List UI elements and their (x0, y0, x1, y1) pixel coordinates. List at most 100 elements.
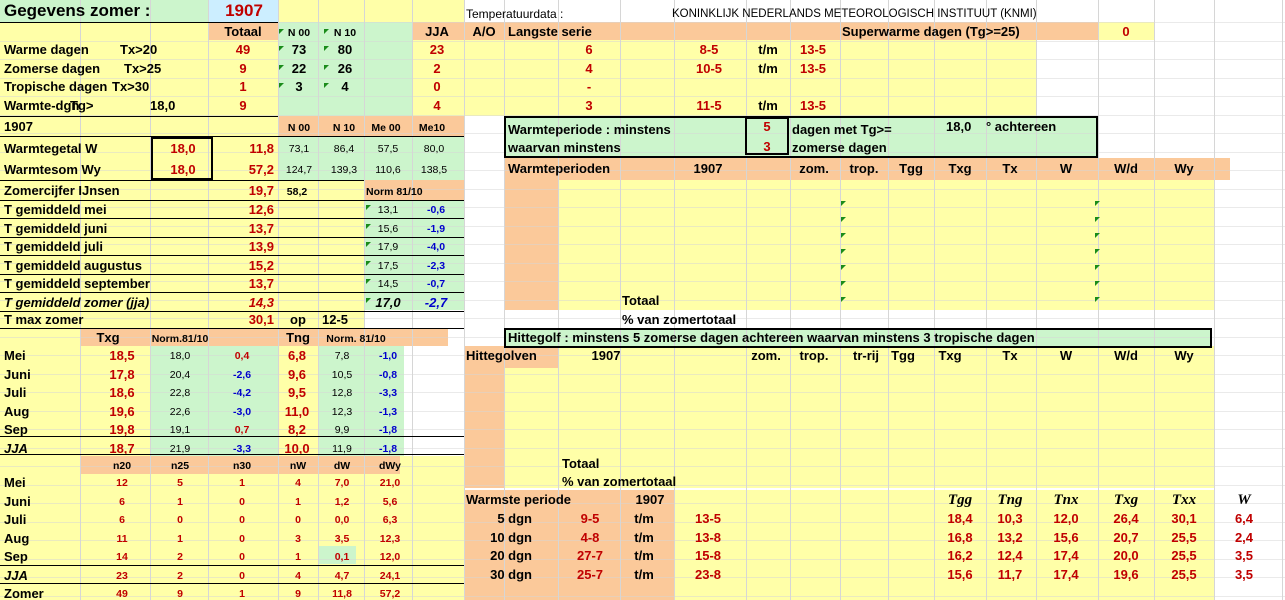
warmste-to[interactable]: 23-8 (683, 566, 733, 584)
warmte-year[interactable]: 1907 (4, 118, 33, 136)
month-diff-x[interactable]: 0,4 (222, 347, 262, 365)
tgem-value[interactable]: 15,2 (244, 257, 274, 275)
warmste-from[interactable]: 4-8 (565, 529, 615, 547)
wp-head[interactable]: W/d (1101, 160, 1151, 178)
wp-def-text1b[interactable]: ° achtereen (986, 118, 1056, 136)
tgem-norm[interactable]: 13,1 (368, 201, 408, 219)
warmste-value[interactable]: 13,2 (985, 529, 1035, 547)
day-to[interactable]: 13-5 (788, 41, 838, 59)
count-value[interactable]: 1 (222, 474, 262, 492)
month-label[interactable]: Aug (4, 403, 29, 421)
month-norm-x[interactable]: 20,4 (160, 366, 200, 384)
hg-head[interactable]: Txg (925, 347, 975, 365)
tgem-value[interactable]: 13,9 (244, 238, 274, 256)
head-n10[interactable]: N 10 (325, 24, 365, 42)
warmte-n10[interactable]: 86,4 (324, 140, 364, 158)
month-tng[interactable]: 9,5 (277, 384, 317, 402)
month-tng[interactable]: 11,0 (277, 403, 317, 421)
warmste-title[interactable]: Warmste periode (466, 491, 571, 509)
warmste-value[interactable]: 30,1 (1159, 510, 1209, 528)
month-tng[interactable]: 9,6 (277, 366, 317, 384)
tmax-value[interactable]: 30,1 (244, 311, 274, 329)
count-value[interactable]: 49 (102, 585, 142, 600)
tmax-date[interactable]: 12-5 (322, 311, 348, 329)
day-label[interactable]: Warme dagen (4, 41, 89, 59)
warmste-head[interactable]: Tng (985, 491, 1035, 509)
day-series[interactable]: 3 (569, 97, 609, 115)
warmste-value[interactable]: 12,4 (985, 547, 1035, 565)
hg-title[interactable]: Hittegolven (466, 347, 537, 365)
page-title[interactable]: Gegevens zomer : (4, 1, 150, 20)
tgem-label[interactable]: T gemiddeld mei (4, 201, 107, 219)
warmste-head[interactable]: Tgg (935, 491, 985, 509)
tgem-value[interactable]: 13,7 (244, 220, 274, 238)
count-value[interactable]: 6,3 (370, 511, 410, 529)
month-label[interactable]: Juli (4, 384, 26, 402)
count-value[interactable]: 0 (222, 493, 262, 511)
tgem-diff[interactable]: -2,3 (416, 257, 456, 275)
day-tm[interactable]: t/m (748, 60, 788, 78)
day-n10[interactable]: 4 (325, 78, 365, 96)
tgem-norm[interactable]: 17,0 (368, 294, 408, 312)
count-month[interactable]: Zomer (4, 585, 44, 600)
warmste-value[interactable]: 25,5 (1159, 529, 1209, 547)
wp-def-text1[interactable]: dagen met Tg>= (792, 121, 892, 139)
warmste-value[interactable]: 3,5 (1219, 547, 1269, 565)
month-diff-x[interactable]: -4,2 (222, 384, 262, 402)
warmste-value[interactable]: 20,7 (1101, 529, 1151, 547)
tgem-label[interactable]: T gemiddeld zomer (jja) (4, 294, 149, 312)
tgem-diff[interactable]: -0,7 (416, 275, 456, 293)
month-norm-n[interactable]: 12,8 (322, 384, 362, 402)
hg-pct[interactable]: % van zomertotaal (562, 473, 676, 491)
warmste-value[interactable]: 3,5 (1219, 566, 1269, 584)
wp-year[interactable]: 1907 (683, 160, 733, 178)
head-tng[interactable]: Tng (278, 329, 318, 347)
tgem-diff[interactable]: -1,9 (416, 220, 456, 238)
month-label[interactable]: Juni (4, 366, 31, 384)
warmte-me00[interactable]: 110,6 (368, 161, 408, 179)
tmax-label[interactable]: T max zomer (4, 311, 83, 329)
count-value[interactable]: 5,6 (370, 493, 410, 511)
head-n00[interactable]: N 00 (279, 24, 319, 42)
tgem-value[interactable]: 12,6 (244, 201, 274, 219)
tgem-label[interactable]: T gemiddeld augustus (4, 257, 142, 275)
count-value[interactable]: 0 (278, 511, 318, 529)
wp-head[interactable]: Tgg (886, 160, 936, 178)
count-value[interactable]: 11,8 (322, 585, 362, 600)
warmste-head[interactable]: Tnx (1041, 491, 1091, 509)
month-norm-n[interactable]: 7,8 (322, 347, 362, 365)
day-to[interactable]: 13-5 (788, 97, 838, 115)
warmste-tm[interactable]: t/m (624, 547, 664, 565)
day-jja[interactable]: 23 (417, 41, 457, 59)
hg-head[interactable]: W/d (1101, 347, 1151, 365)
warmte-value[interactable]: 57,2 (244, 161, 274, 179)
count-value[interactable]: 4 (278, 474, 318, 492)
tgem-label[interactable]: T gemiddeld september (4, 275, 150, 293)
head-ao[interactable]: A/O (464, 23, 504, 41)
count-month[interactable]: Sep (4, 548, 28, 566)
warmste-value[interactable]: 17,4 (1041, 547, 1091, 565)
count-value[interactable]: 24,1 (370, 567, 410, 585)
day-n10[interactable]: 26 (325, 60, 365, 78)
month-txg[interactable]: 17,8 (102, 366, 142, 384)
day-series[interactable]: 6 (569, 41, 609, 59)
tgem-norm[interactable]: 14,5 (368, 275, 408, 293)
temp-label[interactable]: Temperatuurdata : (466, 5, 563, 23)
head-txg[interactable]: Txg (88, 329, 128, 347)
warmte-value[interactable]: 11,8 (244, 140, 274, 158)
head-norm2[interactable]: Norm. 81/10 (321, 330, 391, 348)
count-value[interactable]: 1 (160, 530, 200, 548)
count-value[interactable]: 12 (102, 474, 142, 492)
month-txg[interactable]: 18,5 (102, 347, 142, 365)
warmte-me10[interactable]: 138,5 (414, 161, 454, 179)
count-value[interactable]: 12,3 (370, 530, 410, 548)
count-value[interactable]: 6 (102, 511, 142, 529)
warmste-value[interactable]: 25,5 (1159, 566, 1209, 584)
head-n00-2[interactable]: N 00 (279, 119, 319, 137)
count-value[interactable]: 1 (278, 548, 318, 566)
warmste-value[interactable]: 11,7 (985, 566, 1035, 584)
day-total[interactable]: 9 (213, 97, 273, 115)
count-value[interactable]: 7,0 (322, 474, 362, 492)
count-head[interactable]: dW (322, 457, 362, 475)
superwarm-value[interactable]: 0 (1111, 23, 1141, 41)
